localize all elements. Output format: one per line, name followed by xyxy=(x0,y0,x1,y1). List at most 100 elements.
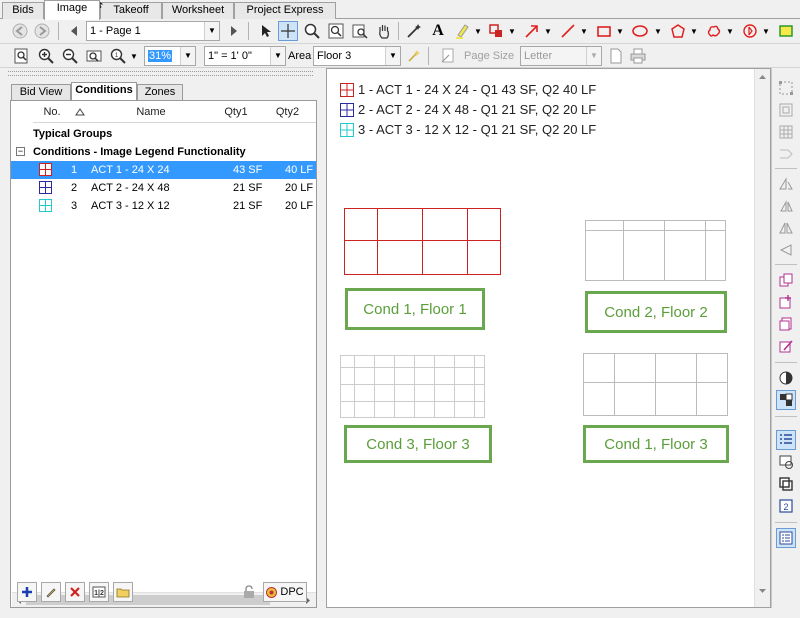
dimension-icon[interactable] xyxy=(740,21,760,41)
chevron-down-icon[interactable]: ▼ xyxy=(506,21,518,41)
lock-icon[interactable] xyxy=(239,582,259,602)
next-page-icon[interactable] xyxy=(224,21,244,41)
caption-box[interactable]: Cond 2, Floor 2 xyxy=(585,291,727,333)
dpc-button[interactable]: DPC xyxy=(263,582,307,602)
page-size-select[interactable]: Letter ▼ xyxy=(520,46,602,66)
text-icon[interactable]: A xyxy=(428,21,448,41)
zoom-window-icon[interactable] xyxy=(302,21,322,41)
tab-takeoff[interactable]: Takeoff xyxy=(100,2,162,19)
crosshair-icon[interactable] xyxy=(278,21,298,41)
zoom-in-icon[interactable] xyxy=(36,46,56,66)
sort-asc-icon[interactable] xyxy=(71,101,89,123)
chevron-down-icon[interactable]: ▼ xyxy=(180,47,195,65)
chevron-down-icon[interactable]: ▼ xyxy=(204,22,219,40)
new-folder-icon[interactable] xyxy=(113,582,133,602)
ellipse-icon[interactable] xyxy=(630,21,650,41)
select-points-icon[interactable] xyxy=(776,78,796,98)
chevron-down-icon[interactable]: ▼ xyxy=(586,47,601,65)
cloud-icon[interactable] xyxy=(704,21,724,41)
zoom-100-icon[interactable]: 1 xyxy=(108,46,128,66)
page-size-icon[interactable] xyxy=(438,46,458,66)
vertical-scrollbar[interactable] xyxy=(754,69,770,607)
drawing-canvas[interactable]: 1 - ACT 1 - 24 X 24 - Q1 43 SF, Q2 40 LF… xyxy=(326,68,771,608)
zoom-width-icon[interactable] xyxy=(84,46,104,66)
tab-zones[interactable]: Zones xyxy=(137,84,183,100)
table-row[interactable]: 2 ACT 2 - 24 X 48 21 SF 20 LF xyxy=(11,179,316,197)
caption-box[interactable]: Cond 3, Floor 3 xyxy=(344,425,492,463)
chevron-down-icon[interactable]: ▼ xyxy=(760,21,772,41)
column-header-qty2[interactable]: Qty2 xyxy=(259,101,316,123)
area-select[interactable]: Floor 3 ▼ xyxy=(313,46,401,66)
chevron-down-icon[interactable]: ▼ xyxy=(270,47,285,65)
add-layer-icon[interactable] xyxy=(776,292,796,312)
table-icon[interactable] xyxy=(776,122,796,142)
delete-icon[interactable] xyxy=(65,582,85,602)
table-row[interactable]: 3 ACT 3 - 12 X 12 21 SF 20 LF xyxy=(11,197,316,215)
tab-project-express[interactable]: Project Express xyxy=(234,2,336,19)
chevron-down-icon[interactable]: ▼ xyxy=(688,21,700,41)
color-mode-icon[interactable] xyxy=(776,390,796,410)
chevron-down-icon[interactable]: ▼ xyxy=(652,21,664,41)
chevron-down-icon[interactable]: ▼ xyxy=(724,21,736,41)
tab-worksheet[interactable]: Worksheet xyxy=(162,2,234,19)
ceiling-grid-fine[interactable] xyxy=(340,355,486,419)
rotate-icon[interactable] xyxy=(776,240,796,260)
highlighter-icon[interactable] xyxy=(452,21,472,41)
stamp-icon[interactable] xyxy=(486,21,506,41)
tab-image[interactable]: Image xyxy=(44,0,100,20)
ceiling-grid-large[interactable] xyxy=(583,353,729,417)
page-number-icon[interactable]: 2 xyxy=(776,496,796,516)
column-header-name[interactable]: Name xyxy=(89,101,213,123)
add-icon[interactable] xyxy=(17,582,37,602)
details-view-icon[interactable] xyxy=(776,528,796,548)
collapse-icon[interactable]: − xyxy=(16,147,25,156)
rectangle-icon[interactable] xyxy=(594,21,614,41)
frame-icon[interactable] xyxy=(776,100,796,120)
edit-pencil-icon[interactable] xyxy=(41,582,61,602)
zoom-level-input[interactable]: 31% ▼ xyxy=(144,46,196,66)
scale-select[interactable]: 1" = 1' 0" ▼ xyxy=(204,46,286,66)
zoom-out-icon[interactable] xyxy=(60,46,80,66)
zoom-page-icon[interactable] xyxy=(12,46,32,66)
column-header-qty1[interactable]: Qty1 xyxy=(213,101,259,123)
panel-grip[interactable] xyxy=(8,71,313,76)
chevron-down-icon[interactable]: ▼ xyxy=(472,21,484,41)
chevron-down-icon[interactable]: ▼ xyxy=(614,21,626,41)
caption-box[interactable]: Cond 1, Floor 1 xyxy=(345,288,485,330)
list-view-icon[interactable] xyxy=(776,430,796,450)
overlay-icon[interactable] xyxy=(776,474,796,494)
caption-box[interactable]: Cond 1, Floor 3 xyxy=(583,425,729,463)
tab-bids[interactable]: Bids xyxy=(2,2,44,19)
contrast-icon[interactable] xyxy=(776,368,796,388)
copy-condition-icon[interactable]: 1|2 xyxy=(89,582,109,602)
page-select[interactable]: 1 - Page 1 ▼ xyxy=(86,21,220,41)
line-icon[interactable] xyxy=(558,21,578,41)
tab-bid-view[interactable]: Bid View xyxy=(11,84,71,100)
table-row[interactable]: 1 ACT 1 - 24 X 24 43 SF 40 LF xyxy=(11,161,316,179)
back-icon[interactable] xyxy=(10,21,30,41)
group-row-typical[interactable]: Typical Groups xyxy=(11,125,316,143)
ceiling-grid-gray[interactable] xyxy=(585,220,727,282)
find-icon[interactable] xyxy=(350,21,370,41)
chevron-down-icon[interactable]: ▼ xyxy=(128,46,140,66)
tab-conditions[interactable]: Conditions xyxy=(71,82,137,100)
edit-layer-icon[interactable] xyxy=(776,336,796,356)
group-row-conditions[interactable]: − Conditions - Image Legend Functionalit… xyxy=(11,143,316,161)
mirror-icon[interactable] xyxy=(776,196,796,216)
polygon-icon[interactable] xyxy=(668,21,688,41)
layers-icon[interactable] xyxy=(776,270,796,290)
select-arrow-icon[interactable] xyxy=(256,21,276,41)
scroll-down-icon[interactable] xyxy=(758,587,767,595)
arrow-icon[interactable] xyxy=(522,21,542,41)
print-icon[interactable] xyxy=(628,46,648,66)
magic-wand-icon[interactable] xyxy=(404,21,424,41)
prev-page-icon[interactable] xyxy=(64,21,84,41)
chevron-down-icon[interactable]: ▼ xyxy=(578,21,590,41)
chevron-down-icon[interactable]: ▼ xyxy=(542,21,554,41)
pan-hand-icon[interactable] xyxy=(374,21,394,41)
scroll-up-icon[interactable] xyxy=(758,73,767,81)
zoom-fit-icon[interactable] xyxy=(326,21,346,41)
forward-icon[interactable] xyxy=(32,21,52,41)
new-page-icon[interactable] xyxy=(606,46,626,66)
ceiling-grid-red[interactable] xyxy=(344,208,502,276)
